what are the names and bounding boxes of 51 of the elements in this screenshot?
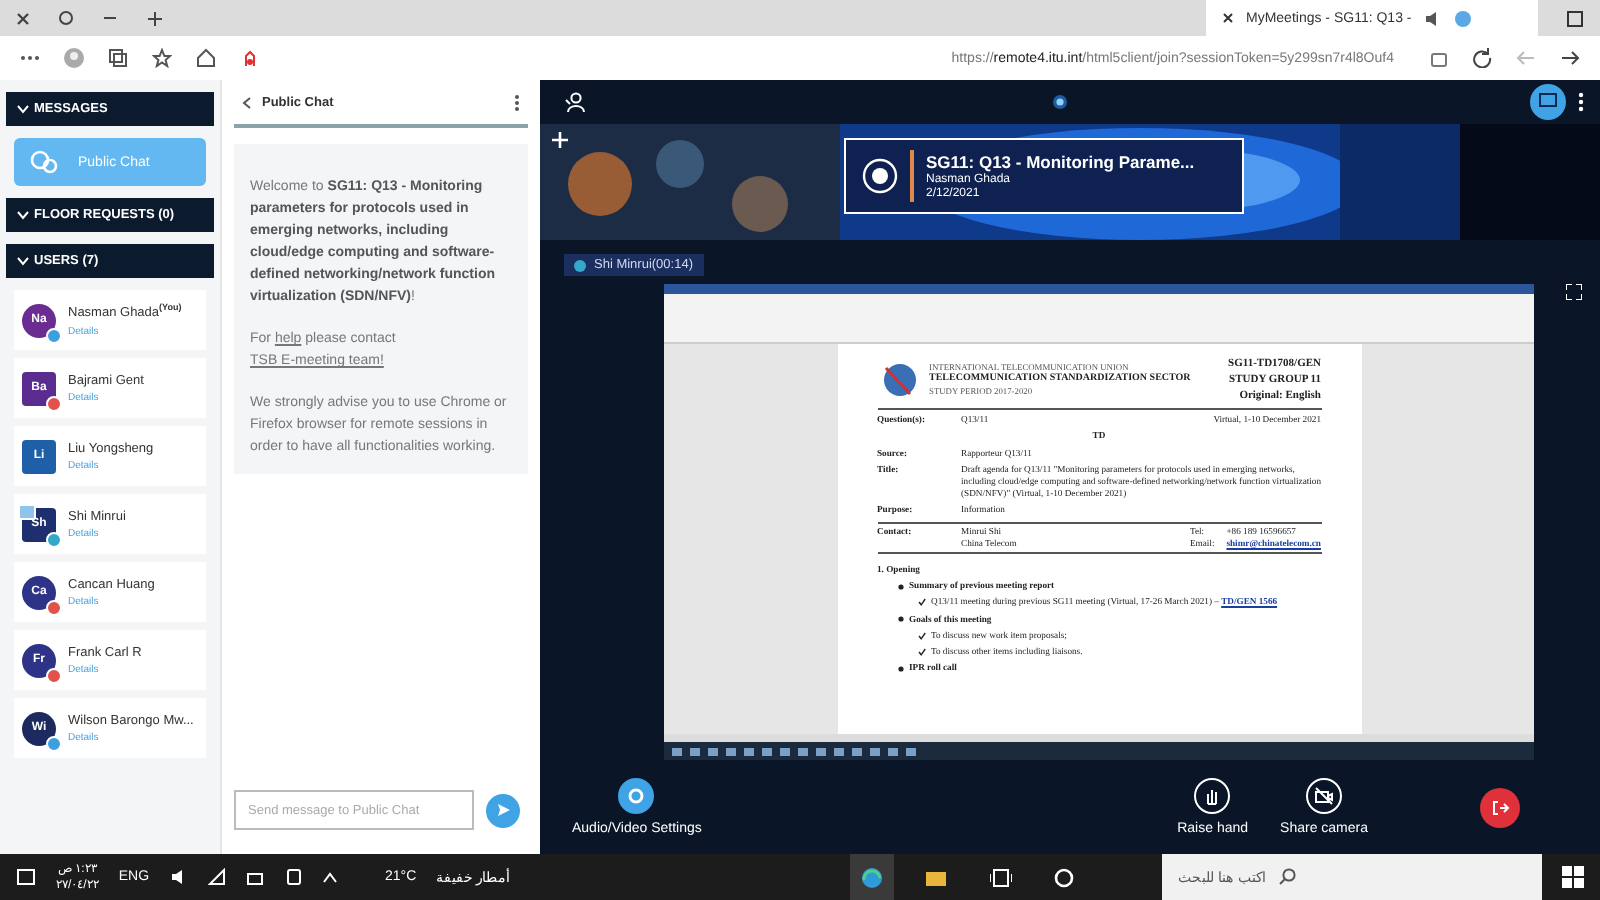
notification-icon[interactable] xyxy=(16,867,36,887)
send-icon xyxy=(495,802,511,818)
check-icon xyxy=(917,598,925,607)
gear-icon xyxy=(626,786,647,807)
more-icon[interactable] xyxy=(20,54,40,62)
bullet-icon xyxy=(897,665,903,672)
close-icon[interactable] xyxy=(1222,12,1234,24)
add-icon[interactable] xyxy=(552,131,568,147)
leave-button[interactable] xyxy=(1480,787,1520,828)
back-icon[interactable] xyxy=(242,95,252,109)
globe-icon xyxy=(1453,9,1472,27)
screen-icon xyxy=(1538,92,1558,111)
new-tab-icon[interactable] xyxy=(146,9,164,27)
bullet-icon xyxy=(897,616,903,623)
home-icon[interactable] xyxy=(196,48,216,68)
meeting-title: SG11: Q13 - Monitoring Parame... xyxy=(926,151,1195,171)
fullscreen-icon[interactable] xyxy=(1566,284,1582,301)
circle-icon[interactable] xyxy=(58,10,74,26)
chevron-icon[interactable] xyxy=(16,104,30,114)
send-button[interactable] xyxy=(486,793,520,827)
browser-icon[interactable] xyxy=(860,865,885,889)
more-icon[interactable] xyxy=(1578,91,1584,112)
exit-icon xyxy=(1490,797,1510,818)
device-icon[interactable] xyxy=(285,868,302,886)
close-icon[interactable] xyxy=(16,11,30,25)
refresh-icon[interactable] xyxy=(1472,48,1492,68)
bullet-icon xyxy=(897,583,903,590)
presenter-icon xyxy=(18,503,36,519)
more-icon[interactable] xyxy=(514,93,520,111)
forward-icon[interactable] xyxy=(1560,48,1580,68)
hand-icon xyxy=(1202,786,1223,807)
camera-icon xyxy=(1314,786,1335,807)
speaker-icon[interactable] xyxy=(169,868,188,886)
folder-icon[interactable] xyxy=(924,867,949,887)
status-dot xyxy=(574,259,586,272)
chat-icon xyxy=(30,150,58,174)
network-icon[interactable] xyxy=(207,868,226,886)
chevron-icon[interactable] xyxy=(16,210,30,220)
star-icon[interactable] xyxy=(152,48,172,68)
task-view-icon[interactable] xyxy=(989,867,1012,887)
chevron-icon[interactable] xyxy=(16,256,30,266)
windows-start-icon[interactable] xyxy=(1562,866,1584,888)
collections-icon[interactable] xyxy=(108,48,128,68)
window-icon[interactable] xyxy=(1566,9,1584,27)
search-icon xyxy=(1277,868,1296,886)
users-icon[interactable] xyxy=(564,91,588,112)
screen-share-button[interactable] xyxy=(1530,83,1566,120)
chevron-icon[interactable] xyxy=(321,871,338,883)
speaker-icon[interactable] xyxy=(1423,9,1442,27)
battery-icon[interactable] xyxy=(245,869,266,885)
cortana-icon[interactable] xyxy=(1054,867,1075,887)
